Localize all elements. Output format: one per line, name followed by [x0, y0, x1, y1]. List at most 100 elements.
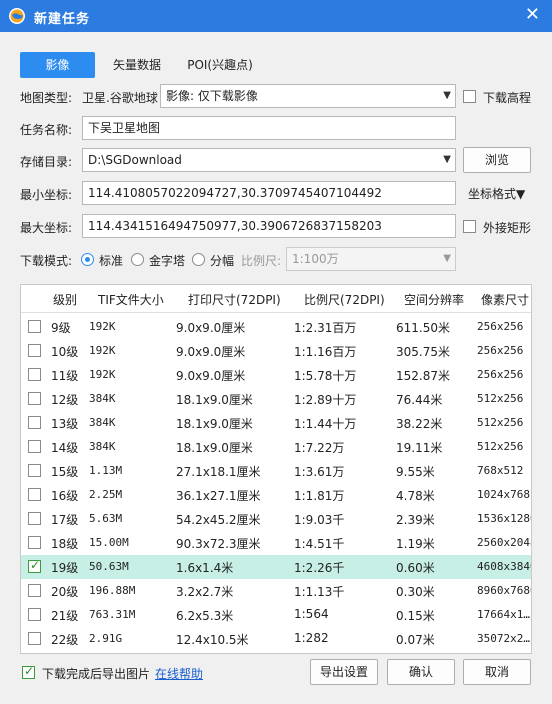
chevron-down-icon: ▼ — [443, 154, 451, 165]
cell-print-size: 36.1x27.1厘米 — [176, 489, 261, 503]
row-checkbox[interactable] — [28, 512, 41, 525]
row-checkbox[interactable] — [28, 632, 41, 645]
outer-rect-label: 外接矩形 — [483, 221, 532, 235]
cell-scale: 1:1.81万 — [294, 489, 345, 503]
cell-tif-size: 384K — [89, 416, 116, 429]
cell-pixel-size: 4608x3840 — [477, 560, 532, 573]
cell-tif-size: 2.25M — [89, 488, 123, 501]
cell-level: 21级 — [51, 609, 79, 623]
cell-print-size: 27.1x18.1厘米 — [176, 465, 261, 479]
elevation-checkbox[interactable] — [463, 90, 476, 103]
mode-sheet-radio[interactable] — [192, 253, 205, 266]
cell-pixel-size: 8960x7680 — [477, 584, 532, 597]
cell-resolution: 1.19米 — [396, 537, 435, 551]
row-checkbox[interactable] — [28, 464, 41, 477]
cell-scale: 1:1.44十万 — [294, 417, 357, 431]
cell-pixel-size: 768x512 — [477, 464, 524, 477]
cell-resolution: 0.07米 — [396, 633, 435, 647]
cell-scale: 1:2.31百万 — [294, 321, 357, 335]
col-pixel-size: 像素尺寸 — [481, 293, 530, 307]
cell-pixel-size: 35072x2… — [477, 632, 530, 645]
cell-scale: 1:3.61万 — [294, 465, 345, 479]
download-content-select[interactable]: 影像: 仅下载影像 ▼ — [160, 84, 456, 108]
cell-tif-size: 763.31M — [89, 608, 136, 621]
table-row[interactable]: 19级 50.63M 1.6x1.4米 1:2.26千 0.60米 4608x3840 — [21, 555, 532, 579]
cell-level: 9级 — [51, 321, 71, 335]
scale-label: 比例尺: — [241, 254, 282, 268]
cell-level: 22级 — [51, 633, 79, 647]
task-name-input[interactable]: 下吴卫星地图 — [82, 116, 456, 140]
row-checkbox[interactable] — [28, 488, 41, 501]
cell-level: 14级 — [51, 441, 79, 455]
row-checkbox[interactable] — [28, 344, 41, 357]
table-row[interactable]: 11级 192K 9.0x9.0厘米 1:5.78十万 152.87米 256x256 — [21, 363, 531, 387]
browse-button[interactable]: 浏览 — [463, 147, 531, 173]
cell-tif-size: 384K — [89, 392, 116, 405]
elevation-label: 下载高程 — [483, 91, 532, 105]
cell-resolution: 0.30米 — [396, 585, 435, 599]
col-print-size: 打印尺寸(72DPI) — [188, 293, 281, 307]
row-checkbox[interactable] — [28, 608, 41, 621]
table-row[interactable]: 10级 192K 9.0x9.0厘米 1:1.16百万 305.75米 256x256 — [21, 339, 531, 363]
cell-level: 19级 — [51, 561, 79, 575]
cell-pixel-size: 1536x1280 — [477, 512, 532, 525]
outer-rect-checkbox[interactable] — [463, 220, 476, 233]
task-name-label: 任务名称: — [20, 123, 73, 137]
storage-path-select[interactable]: D:\SGDownload ▼ — [82, 148, 456, 172]
online-help-link[interactable]: 在线帮助 — [155, 665, 203, 682]
row-checkbox[interactable] — [28, 320, 41, 333]
cell-level: 16级 — [51, 489, 79, 503]
cell-print-size: 9.0x9.0厘米 — [176, 345, 246, 359]
close-icon[interactable]: ✕ — [525, 4, 540, 25]
table-row[interactable]: 15级 1.13M 27.1x18.1厘米 1:3.61万 9.55米 768x512 — [21, 459, 531, 483]
cancel-button[interactable]: 取消 — [463, 659, 531, 685]
cell-print-size: 18.1x9.0厘米 — [176, 441, 253, 455]
min-coord-label: 最小坐标: — [20, 188, 73, 202]
cell-print-size: 1.6x1.4米 — [176, 561, 234, 575]
mode-pyramid-radio[interactable] — [131, 253, 144, 266]
cell-level: 15级 — [51, 465, 79, 479]
min-coord-input[interactable]: 114.4108057022094727,30.3709745407104492 — [82, 181, 456, 205]
cell-print-size: 3.2x2.7米 — [176, 585, 234, 599]
table-row[interactable]: 13级 384K 18.1x9.0厘米 1:1.44十万 38.22米 512x256 — [21, 411, 531, 435]
ok-button[interactable]: 确认 — [387, 659, 455, 685]
table-row[interactable]: 16级 2.25M 36.1x27.1厘米 1:1.81万 4.78米 1024x768 — [21, 483, 531, 507]
table-row[interactable]: 12级 384K 18.1x9.0厘米 1:2.89十万 76.44米 512x256 — [21, 387, 531, 411]
row-checkbox[interactable] — [28, 584, 41, 597]
cell-scale: 1:4.51千 — [294, 537, 345, 551]
row-checkbox[interactable] — [28, 440, 41, 453]
row-checkbox[interactable] — [28, 368, 41, 381]
table-row[interactable]: 9级 192K 9.0x9.0厘米 1:2.31百万 611.50米 256x256 — [21, 315, 531, 339]
max-coord-input[interactable]: 114.4341516494750977,30.3906726837158203 — [82, 214, 456, 238]
scale-select[interactable]: 1:100万 ▼ — [286, 247, 456, 271]
row-checkbox[interactable] — [28, 536, 41, 549]
table-row[interactable]: 20级 196.88M 3.2x2.7米 1:1.13千 0.30米 8960x7680 — [21, 579, 532, 603]
cell-resolution: 9.55米 — [396, 465, 435, 479]
tab-imagery[interactable]: 影像 — [20, 52, 95, 78]
row-checkbox[interactable] — [28, 558, 41, 573]
table-row[interactable]: 17级 5.63M 54.2x45.2厘米 1:9.03千 2.39米 1536x1280 — [21, 507, 532, 531]
cell-pixel-size: 2560x2048 — [477, 536, 532, 549]
mode-standard-radio[interactable] — [81, 253, 94, 266]
cell-level: 10级 — [51, 345, 79, 359]
max-coord-label: 最大坐标: — [20, 221, 73, 235]
row-checkbox[interactable] — [28, 392, 41, 405]
table-row[interactable]: 14级 384K 18.1x9.0厘米 1:7.22万 19.11米 512x256 — [21, 435, 531, 459]
cell-pixel-size: 256x256 — [477, 344, 524, 357]
cell-scale: 1:7.22万 — [294, 441, 345, 455]
coord-format-button[interactable]: 坐标格式▼ — [468, 185, 525, 202]
tab-vector[interactable]: 矢量数据 — [104, 52, 170, 78]
tab-poi[interactable]: POI(兴趣点) — [180, 52, 260, 78]
export-after-checkbox[interactable] — [22, 664, 35, 679]
table-row[interactable]: 22级 2.91G 12.4x10.5米 1:282 0.07米 35072x2… — [21, 627, 531, 651]
cell-level: 20级 — [51, 585, 79, 599]
storage-label: 存储目录: — [20, 155, 73, 169]
table-row[interactable]: 21级 763.31M 6.2x5.3米 1:564 0.15米 17664x1… — [21, 603, 531, 627]
cell-print-size: 18.1x9.0厘米 — [176, 393, 253, 407]
export-settings-button[interactable]: 导出设置 — [310, 659, 378, 685]
table-row[interactable]: 18级 15.00M 90.3x72.3厘米 1:4.51千 1.19米 2560x204… — [21, 531, 532, 555]
col-resolution: 空间分辨率 — [404, 293, 465, 307]
cell-tif-size: 192K — [89, 320, 116, 333]
row-checkbox[interactable] — [28, 416, 41, 429]
cell-tif-size: 50.63M — [89, 560, 129, 573]
